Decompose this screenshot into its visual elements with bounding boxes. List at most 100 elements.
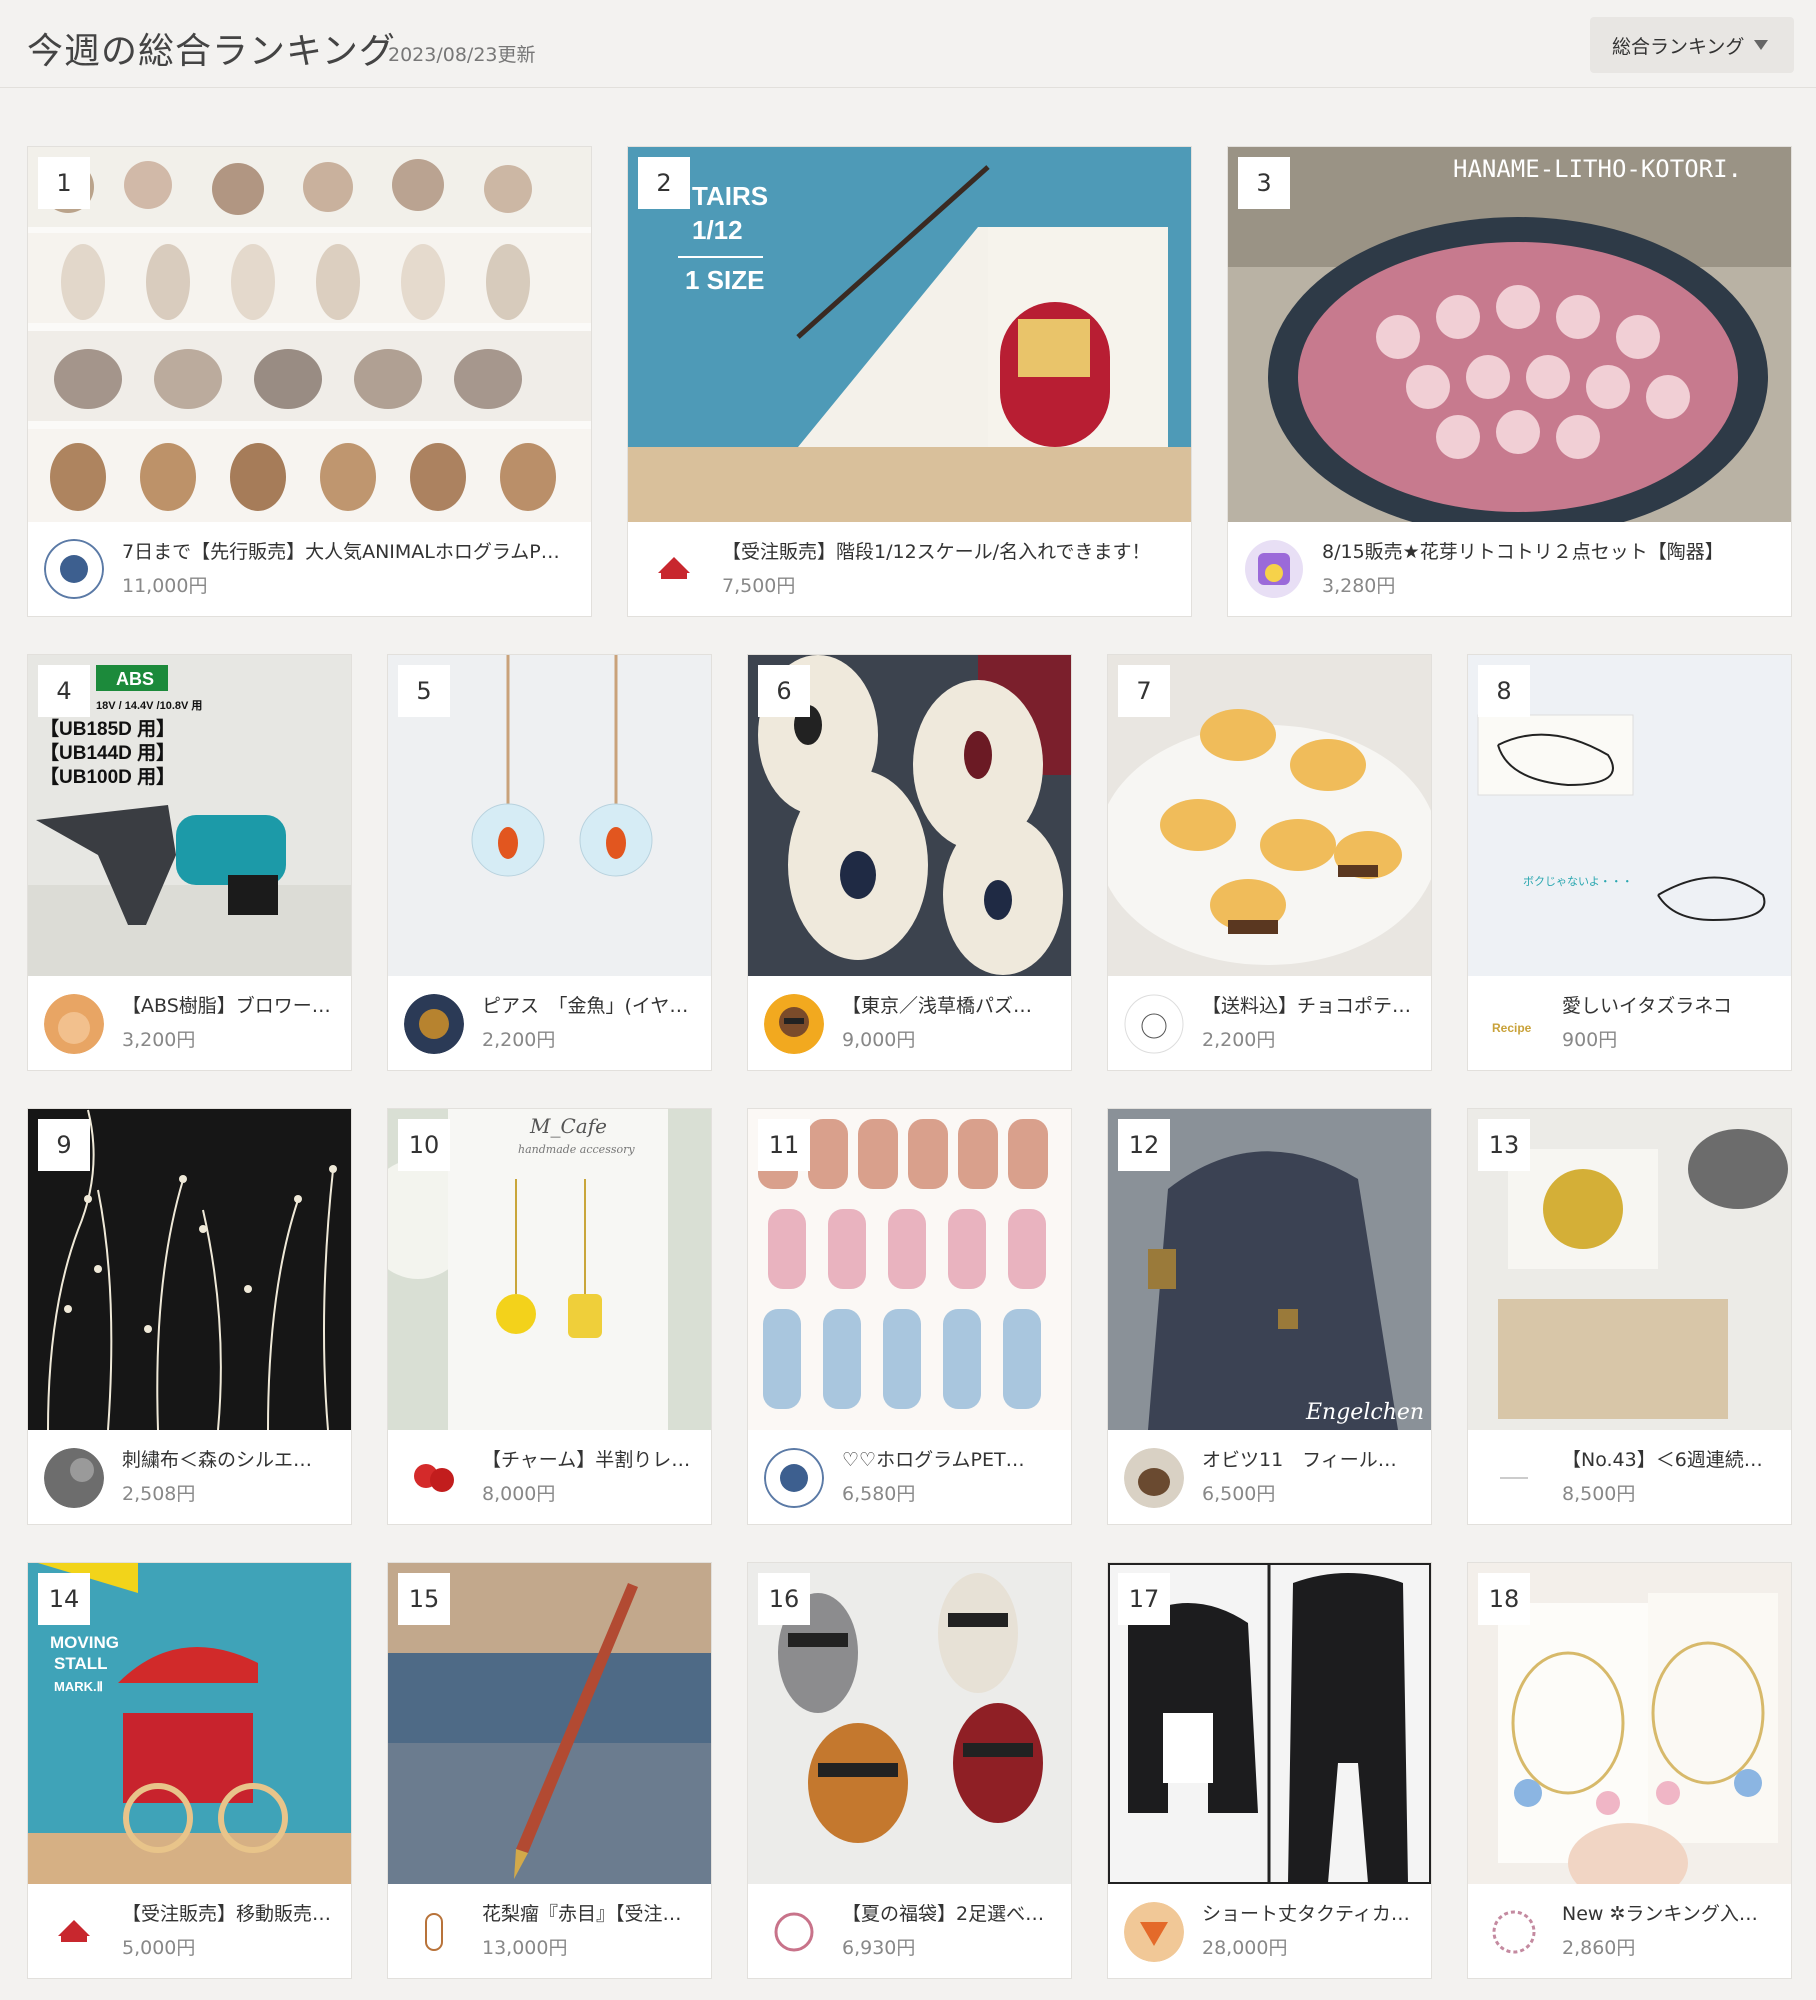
rank-badge: 9 xyxy=(38,1119,90,1171)
shop-avatar[interactable] xyxy=(404,1448,464,1508)
rank-badge: 10 xyxy=(398,1119,450,1171)
shop-avatar[interactable] xyxy=(1124,994,1184,1054)
product-price: 13,000円 xyxy=(482,1937,568,1959)
product-price: 5,000円 xyxy=(122,1937,196,1959)
product-price: 7,500円 xyxy=(722,575,796,597)
ranking-item-card[interactable]: ABS 18V / 14.4V /10.8V 用 【UB185D 用】 【UB1… xyxy=(27,654,352,1071)
ranking-item-card[interactable]: 6 【東京／浅草橋パズ… 9,000円 xyxy=(747,654,1072,1071)
ranking-item-card[interactable]: 9 刺繍布＜森のシルエ… 2,508円 xyxy=(27,1108,352,1525)
product-image[interactable] xyxy=(28,147,591,522)
ranking-item-card[interactable]: M_Cafe handmade accessory 10 【チャーム】半割りレ…… xyxy=(387,1108,712,1525)
page-title: 今週の総合ランキング xyxy=(27,31,396,72)
rank-badge: 4 xyxy=(38,665,90,717)
ranking-item-card[interactable]: 1 7日まで【先行販売】大人気ANIMALホログラムP… 11,000円 xyxy=(27,146,592,617)
ranking-item-card[interactable]: 16 【夏の福袋】2足選べ… 6,930円 xyxy=(747,1562,1072,1979)
product-name[interactable]: 【夏の福袋】2足選べ… xyxy=(842,1899,1057,1926)
shop-avatar[interactable] xyxy=(764,1902,824,1962)
ranking-item-card[interactable]: HANAME-LITHO-KOTORI. 3 8/15販売★花芽リトコトリ２点セ… xyxy=(1227,146,1792,617)
product-name[interactable]: 【No.43】＜6週連続… xyxy=(1562,1445,1777,1472)
rank-badge: 14 xyxy=(38,1573,90,1625)
image-text: 1 SIZE xyxy=(685,265,764,295)
product-name[interactable]: 【チャーム】半割りレ… xyxy=(482,1445,697,1472)
ranking-item-card[interactable]: TAIRS 1/12 1 SIZE 2 【受注販売】階段1/12スケール/名入れ… xyxy=(627,146,1192,617)
shop-avatar[interactable] xyxy=(1244,539,1304,599)
ranking-item-card[interactable]: 11 ♡♡ホログラムPET… 6,580円 xyxy=(747,1108,1072,1525)
shop-avatar[interactable] xyxy=(44,1448,104,1508)
product-image[interactable]: HANAME-LITHO-KOTORI. xyxy=(1228,147,1791,522)
product-price: 28,000円 xyxy=(1202,1937,1288,1959)
product-price: 9,000円 xyxy=(842,1029,916,1051)
product-price: 2,200円 xyxy=(482,1029,556,1051)
product-name[interactable]: ♡♡ホログラムPET… xyxy=(842,1445,1057,1472)
product-price: 2,860円 xyxy=(1562,1937,1636,1959)
shop-avatar[interactable] xyxy=(404,994,464,1054)
product-image[interactable]: TAIRS 1/12 1 SIZE xyxy=(628,147,1191,522)
shop-avatar[interactable] xyxy=(44,539,104,599)
product-name[interactable]: 刺繍布＜森のシルエ… xyxy=(122,1445,337,1472)
product-price: 3,200円 xyxy=(122,1029,196,1051)
rank-badge: 11 xyxy=(758,1119,810,1171)
image-text: Engelchen xyxy=(1305,1400,1424,1425)
product-name[interactable]: 【受注販売】移動販売… xyxy=(122,1899,337,1926)
shop-avatar[interactable] xyxy=(404,1902,464,1962)
shop-avatar[interactable] xyxy=(1484,1448,1544,1508)
product-name[interactable]: ピアス 「金魚」(イヤ… xyxy=(482,991,697,1018)
product-price: 3,280円 xyxy=(1322,575,1396,597)
ranking-item-card[interactable]: MOVING STALL MARK.Ⅱ 14 【受注販売】移動販売… 5,000… xyxy=(27,1562,352,1979)
product-name[interactable]: 花梨瘤『赤目』【受注… xyxy=(482,1899,697,1926)
product-name[interactable]: 【送料込】チョコポテ… xyxy=(1202,991,1417,1018)
rank-badge: 17 xyxy=(1118,1573,1170,1625)
product-name[interactable]: 7日まで【先行販売】大人気ANIMALホログラムP… xyxy=(122,537,577,564)
product-price: 11,000円 xyxy=(122,575,208,597)
shop-avatar[interactable] xyxy=(764,1448,824,1508)
rank-badge: 5 xyxy=(398,665,450,717)
ranking-item-card[interactable]: 15 花梨瘤『赤目』【受注… 13,000円 xyxy=(387,1562,712,1979)
rank-badge: 18 xyxy=(1478,1573,1530,1625)
shop-avatar[interactable] xyxy=(1484,1902,1544,1962)
ranking-item-card[interactable]: Engelchen 12 オビツ11 フィール… 6,500円 xyxy=(1107,1108,1432,1525)
ranking-category-select[interactable]: 総合ランキング xyxy=(1590,17,1794,73)
product-name[interactable]: 愛しいイタズラネコ xyxy=(1562,991,1777,1018)
product-name[interactable]: New ✲ランキング入… xyxy=(1562,1899,1777,1926)
ranking-category-value: 総合ランキング xyxy=(1612,36,1745,58)
product-name[interactable]: オビツ11 フィール… xyxy=(1202,1445,1417,1472)
ranking-item-card[interactable]: 7 【送料込】チョコポテ… 2,200円 xyxy=(1107,654,1432,1071)
image-text: 18V / 14.4V /10.8V 用 xyxy=(96,699,202,712)
image-text: HANAME-LITHO-KOTORI. xyxy=(1453,155,1742,183)
rank-badge: 2 xyxy=(638,157,690,209)
product-price: 6,580円 xyxy=(842,1483,916,1505)
product-price: 8,000円 xyxy=(482,1483,556,1505)
image-text: 1/12 xyxy=(692,215,743,245)
rank-badge: 12 xyxy=(1118,1119,1170,1171)
chevron-down-icon xyxy=(1754,40,1768,50)
shop-avatar[interactable] xyxy=(44,1902,104,1962)
image-text: M_Cafe xyxy=(529,1114,607,1138)
product-price: 6,500円 xyxy=(1202,1483,1276,1505)
product-name[interactable]: 8/15販売★花芽リトコトリ２点セット【陶器】 xyxy=(1322,537,1777,564)
image-text: ボクじゃないよ・・・ xyxy=(1523,875,1633,888)
product-name[interactable]: 【東京／浅草橋パズ… xyxy=(842,991,1057,1018)
shop-avatar[interactable]: Recipe xyxy=(1484,994,1544,1054)
rank-badge: 16 xyxy=(758,1573,810,1625)
image-text: 【UB185D 用】 xyxy=(40,717,175,740)
ranking-item-card[interactable]: 18 New ✲ランキング入… 2,860円 xyxy=(1467,1562,1792,1979)
product-name[interactable]: 【ABS樹脂】ブロワー… xyxy=(122,991,337,1018)
ranking-item-card[interactable]: 17 ショート丈タクティカ… 28,000円 xyxy=(1107,1562,1432,1979)
ranking-item-card[interactable]: 13 【No.43】＜6週連続… 8,500円 xyxy=(1467,1108,1792,1525)
rank-badge: 13 xyxy=(1478,1119,1530,1171)
rank-badge: 8 xyxy=(1478,665,1530,717)
shop-avatar[interactable] xyxy=(1124,1448,1184,1508)
shop-avatar[interactable] xyxy=(1124,1902,1184,1962)
shop-avatar[interactable] xyxy=(44,994,104,1054)
header-divider xyxy=(0,87,1816,88)
image-text: STALL xyxy=(54,1654,108,1673)
rank-badge: 6 xyxy=(758,665,810,717)
shop-avatar[interactable] xyxy=(764,994,824,1054)
product-price: 2,200円 xyxy=(1202,1029,1276,1051)
product-name[interactable]: 【受注販売】階段1/12スケール/名入れできます！ xyxy=(722,537,1177,564)
product-name[interactable]: ショート丈タクティカ… xyxy=(1202,1899,1417,1926)
shop-avatar[interactable] xyxy=(644,539,704,599)
ranking-item-card[interactable]: ボクじゃないよ・・・ 8 Recipe 愛しいイタズラネコ 900円 xyxy=(1467,654,1792,1071)
product-price: 6,930円 xyxy=(842,1937,916,1959)
ranking-item-card[interactable]: 5 ピアス 「金魚」(イヤ… 2,200円 xyxy=(387,654,712,1071)
